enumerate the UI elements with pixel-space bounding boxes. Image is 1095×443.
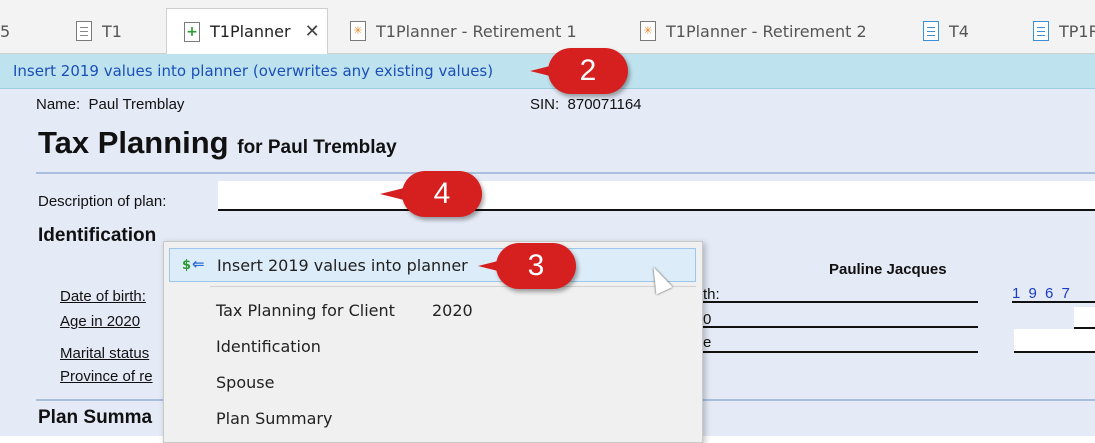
tab-retirement-1[interactable]: T1Planner - Retirement 1	[350, 10, 577, 52]
field-underline	[700, 301, 978, 303]
name-value: Paul Tremblay	[88, 96, 185, 113]
identification-heading: Identification	[38, 225, 157, 246]
marital-status-label: Marital status	[60, 345, 150, 362]
date-of-birth-label: Date of birth:	[60, 288, 146, 305]
menu-item-tax-planning[interactable]: Tax Planning for Client 2020	[164, 293, 702, 327]
callout-number: 2	[579, 54, 597, 87]
menu-item-value: 2020	[432, 301, 473, 320]
menu-item-label: Identification	[216, 337, 321, 356]
tab-bar: 5 T1 T1Planner ✕ T1Planner - Retirement …	[0, 0, 1095, 54]
tab-tp1r[interactable]: TP1R	[1033, 10, 1095, 52]
insert-values-icon: $⇐	[182, 255, 205, 273]
spouse-marital-field[interactable]	[1014, 329, 1095, 351]
retirement-icon	[350, 21, 366, 41]
page-title-suffix: for Paul Tremblay	[237, 137, 397, 158]
tab-label: T1Planner - Retirement 1	[376, 21, 577, 41]
tab-label: T1Planner - Retirement 2	[666, 21, 867, 41]
menu-item-label: Spouse	[216, 373, 275, 392]
tab-label: T4	[949, 21, 969, 41]
tab-t1[interactable]: T1	[76, 10, 122, 52]
menu-separator	[210, 286, 696, 287]
callout-number: 3	[527, 249, 545, 282]
menu-item-spouse[interactable]: Spouse	[164, 365, 702, 399]
tab-label: T1	[102, 21, 122, 41]
callout-2: 2	[530, 48, 628, 94]
menu-item-plan-summary[interactable]: Plan Summary	[164, 401, 702, 435]
sin-value: 870071164	[567, 96, 642, 113]
description-underline	[218, 209, 1095, 211]
document-blue-icon	[1033, 21, 1049, 41]
callout-3: 3	[478, 243, 576, 289]
age-label: Age in 2020	[60, 313, 141, 330]
tab-label: 5	[0, 21, 11, 41]
callout-number: 4	[433, 177, 451, 210]
menu-item-label: Plan Summary	[216, 409, 333, 428]
menu-item-label: Tax Planning for Client	[216, 301, 395, 320]
description-label: Description of plan:	[38, 193, 167, 210]
province-label: Province of re	[60, 368, 153, 385]
field-underline	[1012, 301, 1095, 303]
page-title: Tax Planning for Paul Tremblay	[38, 125, 397, 160]
divider	[36, 172, 1095, 174]
plan-summary-heading: Plan Summa	[38, 407, 153, 428]
tab-retirement-2[interactable]: T1Planner - Retirement 2	[640, 10, 867, 52]
spouse-dob-field[interactable]: 1 9 6 7	[1012, 285, 1072, 302]
callout-4: 4	[380, 171, 482, 217]
field-underline	[700, 326, 978, 328]
tab-label: T1Planner	[210, 22, 291, 41]
menu-item-label: Insert 2019 values into planner	[217, 256, 468, 275]
retirement-icon	[640, 21, 656, 41]
name-label: Name: Paul Tremblay	[36, 96, 185, 113]
sin-label: SIN: 870071164	[530, 96, 642, 113]
description-field[interactable]	[218, 181, 1095, 209]
context-menu: $⇐ Insert 2019 values into planner Tax P…	[163, 241, 703, 443]
planner-icon	[184, 21, 200, 42]
tab-label: TP1R	[1059, 21, 1095, 41]
tab-t4[interactable]: T4	[923, 10, 969, 52]
field-underline	[1014, 351, 1095, 353]
spouse-name: Pauline Jacques	[829, 261, 947, 278]
spouse-age-field[interactable]	[1074, 307, 1095, 327]
document-blue-icon	[923, 21, 939, 41]
menu-item-identification[interactable]: Identification	[164, 329, 702, 363]
document-icon	[76, 21, 92, 41]
menu-item-insert-values[interactable]: $⇐ Insert 2019 values into planner	[169, 248, 696, 282]
field-underline	[700, 351, 978, 353]
tab-t1planner[interactable]: T1Planner ✕	[166, 8, 328, 54]
info-bar-text[interactable]: Insert 2019 values into planner (overwri…	[13, 62, 493, 80]
spouse-marital-label: e	[703, 334, 712, 351]
close-icon[interactable]: ✕	[305, 21, 320, 42]
tab-5[interactable]: 5	[0, 10, 10, 52]
